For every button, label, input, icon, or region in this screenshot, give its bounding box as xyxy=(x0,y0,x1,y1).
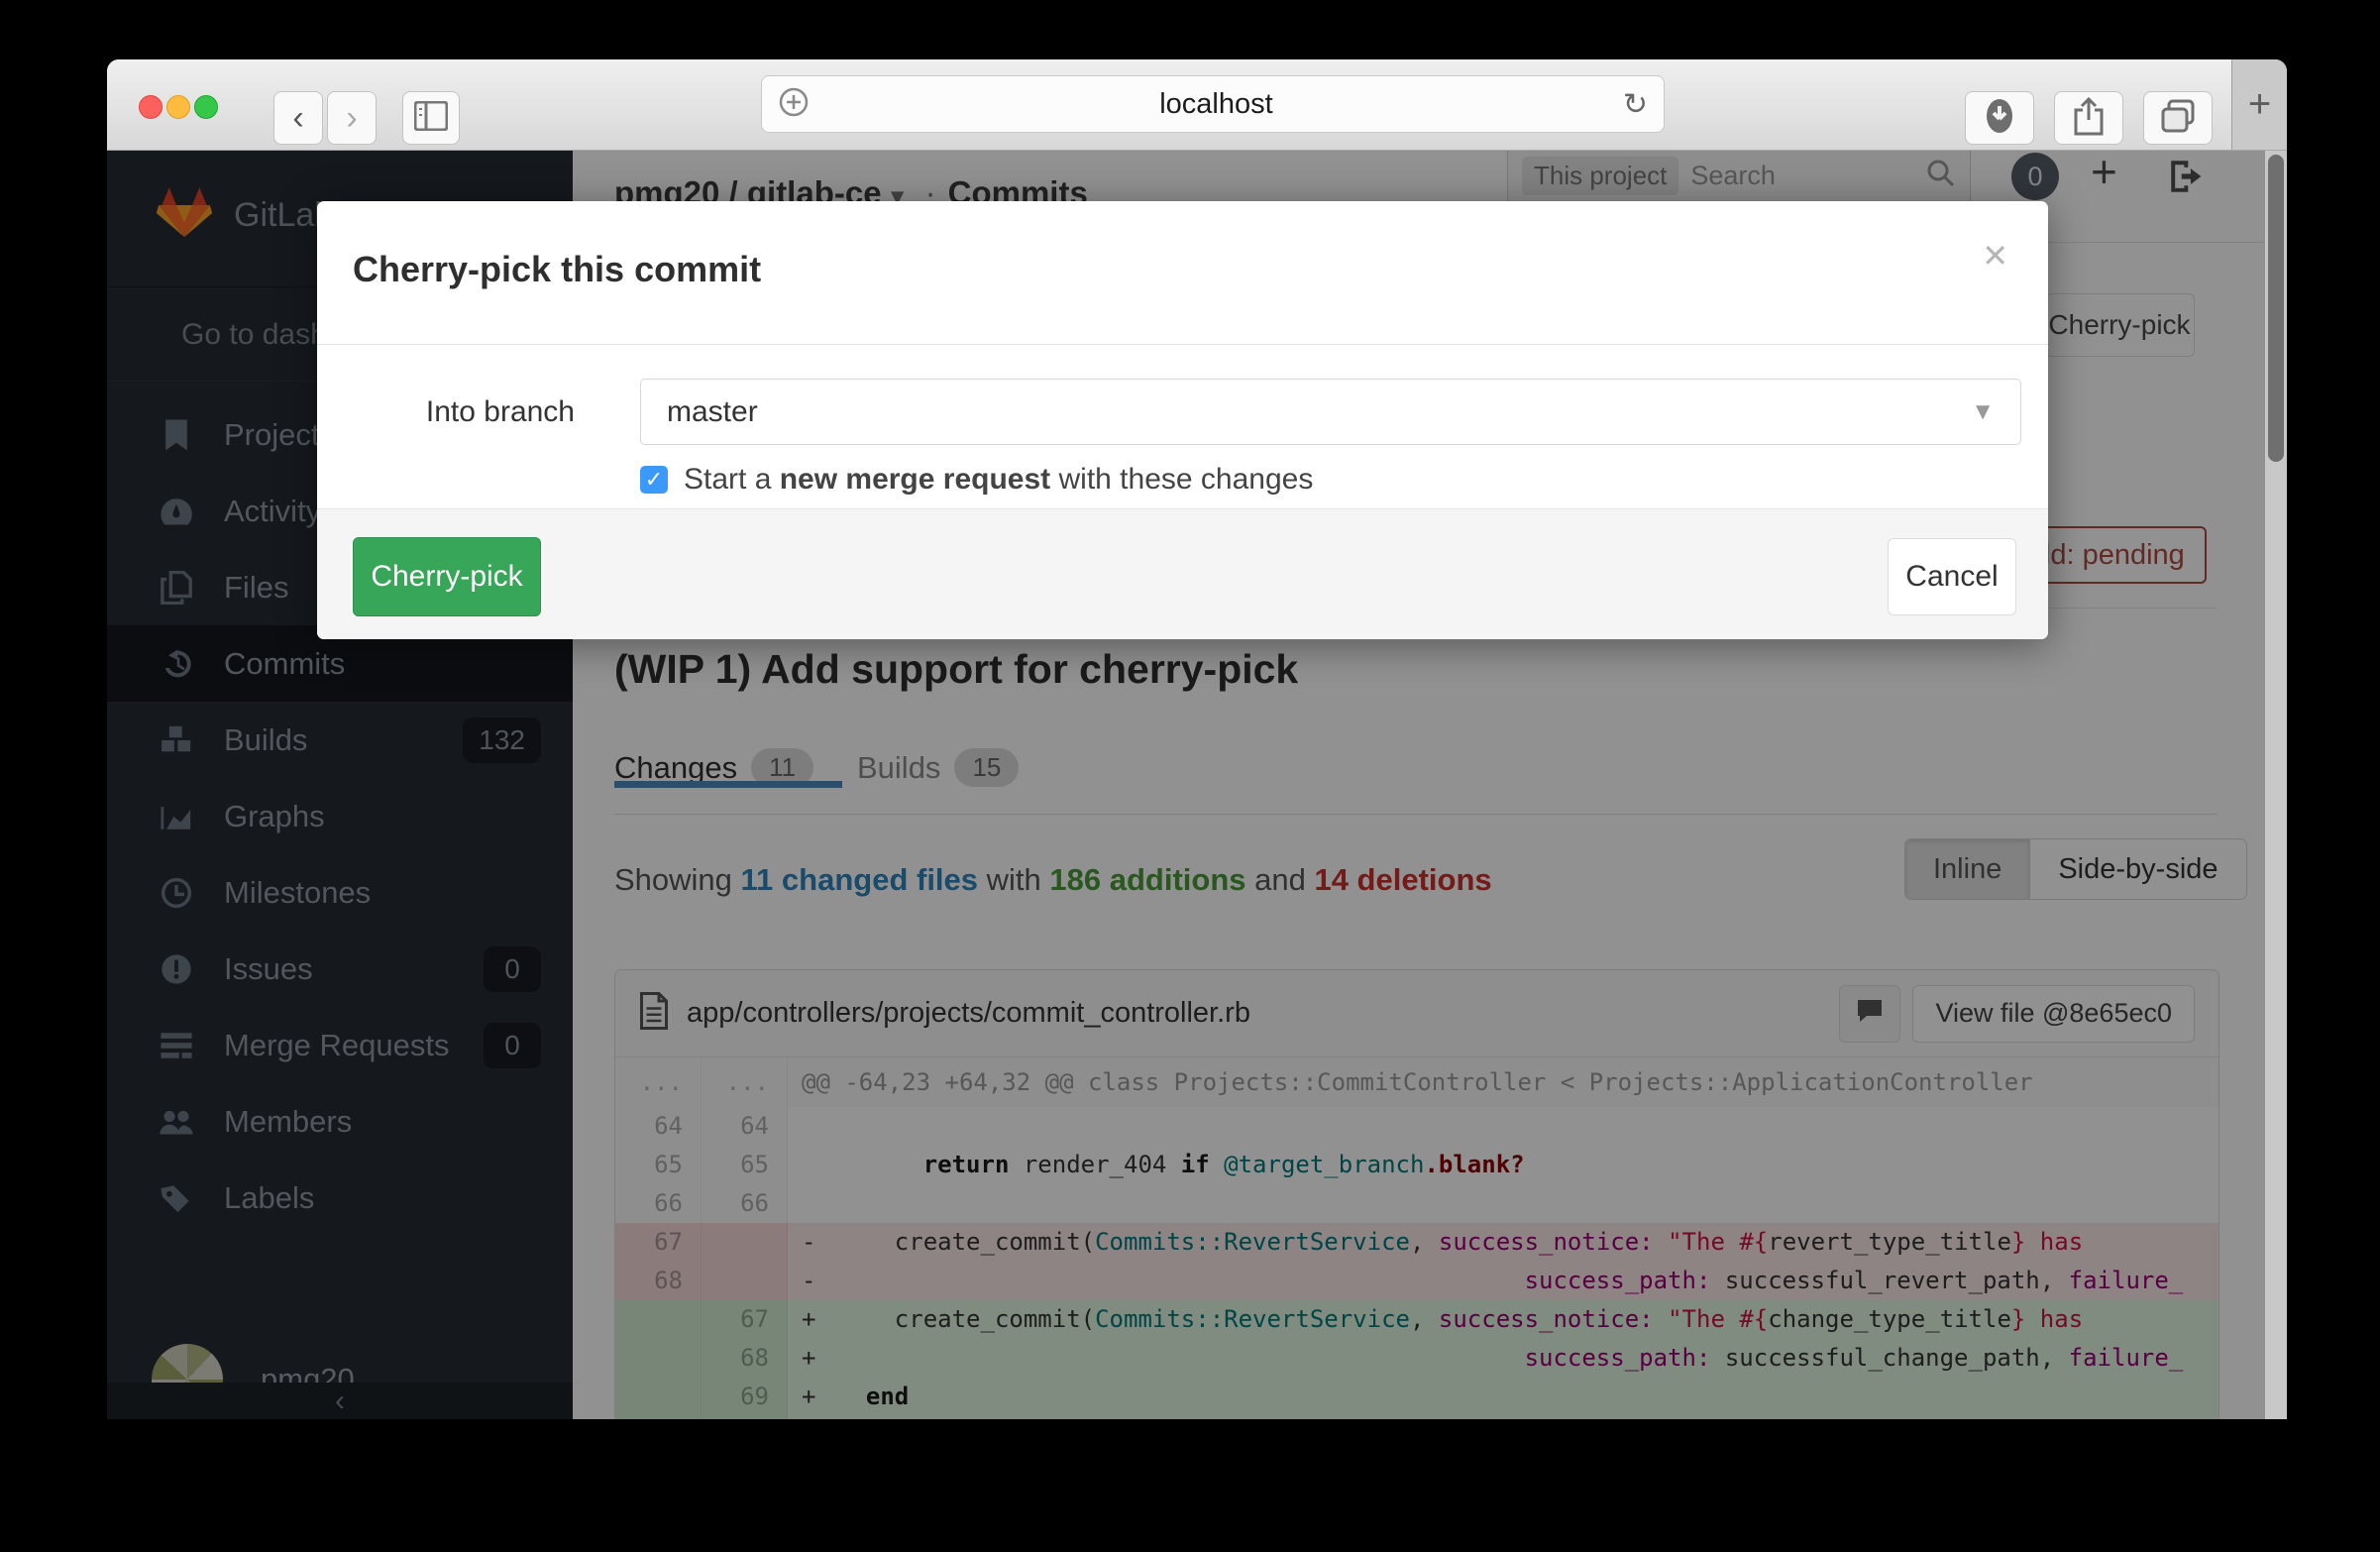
sidebar-toggle-icon xyxy=(414,101,448,136)
browser-chrome: ‹ › localhost ↻ xyxy=(107,59,2287,151)
merge-request-checkbox[interactable]: ✓ xyxy=(640,466,668,494)
checkbox-label-bold: new merge request xyxy=(780,463,1050,496)
tab-overview-button[interactable] xyxy=(2143,91,2213,145)
download-icon xyxy=(1983,96,2016,141)
url-bar[interactable]: localhost ↻ xyxy=(761,75,1665,133)
checkbox-label-pre: Start a xyxy=(684,463,780,496)
share-icon xyxy=(2072,96,2106,141)
reader-plus-icon[interactable] xyxy=(778,86,810,123)
window-maximize-button[interactable] xyxy=(194,95,218,119)
scrollbar-thumb[interactable] xyxy=(2268,155,2284,462)
branch-value: master xyxy=(667,395,758,429)
close-icon[interactable]: ✕ xyxy=(1982,237,2008,275)
browser-back-button[interactable]: ‹ xyxy=(273,91,323,145)
modal-title: Cherry-pick this commit xyxy=(353,249,761,290)
into-branch-label: Into branch xyxy=(337,395,575,429)
cherry-pick-modal: Cherry-pick this commit ✕ Into branch ma… xyxy=(317,201,2048,639)
window-minimize-button[interactable] xyxy=(166,95,190,119)
merge-request-checkbox-row: ✓ Start a new merge request with these c… xyxy=(640,463,1313,497)
tabs-icon xyxy=(2159,98,2197,139)
reload-icon[interactable]: ↻ xyxy=(1623,87,1648,122)
branch-select[interactable]: master ▼ xyxy=(640,379,2021,445)
checkbox-label-post: with these changes xyxy=(1050,463,1313,496)
downloads-button[interactable] xyxy=(1965,91,2034,145)
merge-request-checkbox-label[interactable]: Start a new merge request with these cha… xyxy=(684,463,1313,497)
chevron-down-icon: ▼ xyxy=(1971,398,1995,426)
browser-forward-button[interactable]: › xyxy=(327,91,377,145)
cherry-pick-submit-button[interactable]: Cherry-pick xyxy=(353,537,541,616)
browser-window: ‹ › localhost ↻ xyxy=(107,59,2287,1419)
new-tab-button[interactable]: + xyxy=(2231,59,2287,150)
modal-header: Cherry-pick this commit ✕ xyxy=(317,201,2048,345)
scrollbar-track[interactable] xyxy=(2265,151,2287,1419)
window-close-button[interactable] xyxy=(139,95,162,119)
share-button[interactable] xyxy=(2054,91,2123,145)
url-text[interactable]: localhost xyxy=(810,88,1623,121)
cancel-button[interactable]: Cancel xyxy=(1888,538,2016,615)
modal-footer: Cherry-pick Cancel xyxy=(317,508,2048,639)
browser-sidebar-toggle-button[interactable] xyxy=(402,91,460,145)
